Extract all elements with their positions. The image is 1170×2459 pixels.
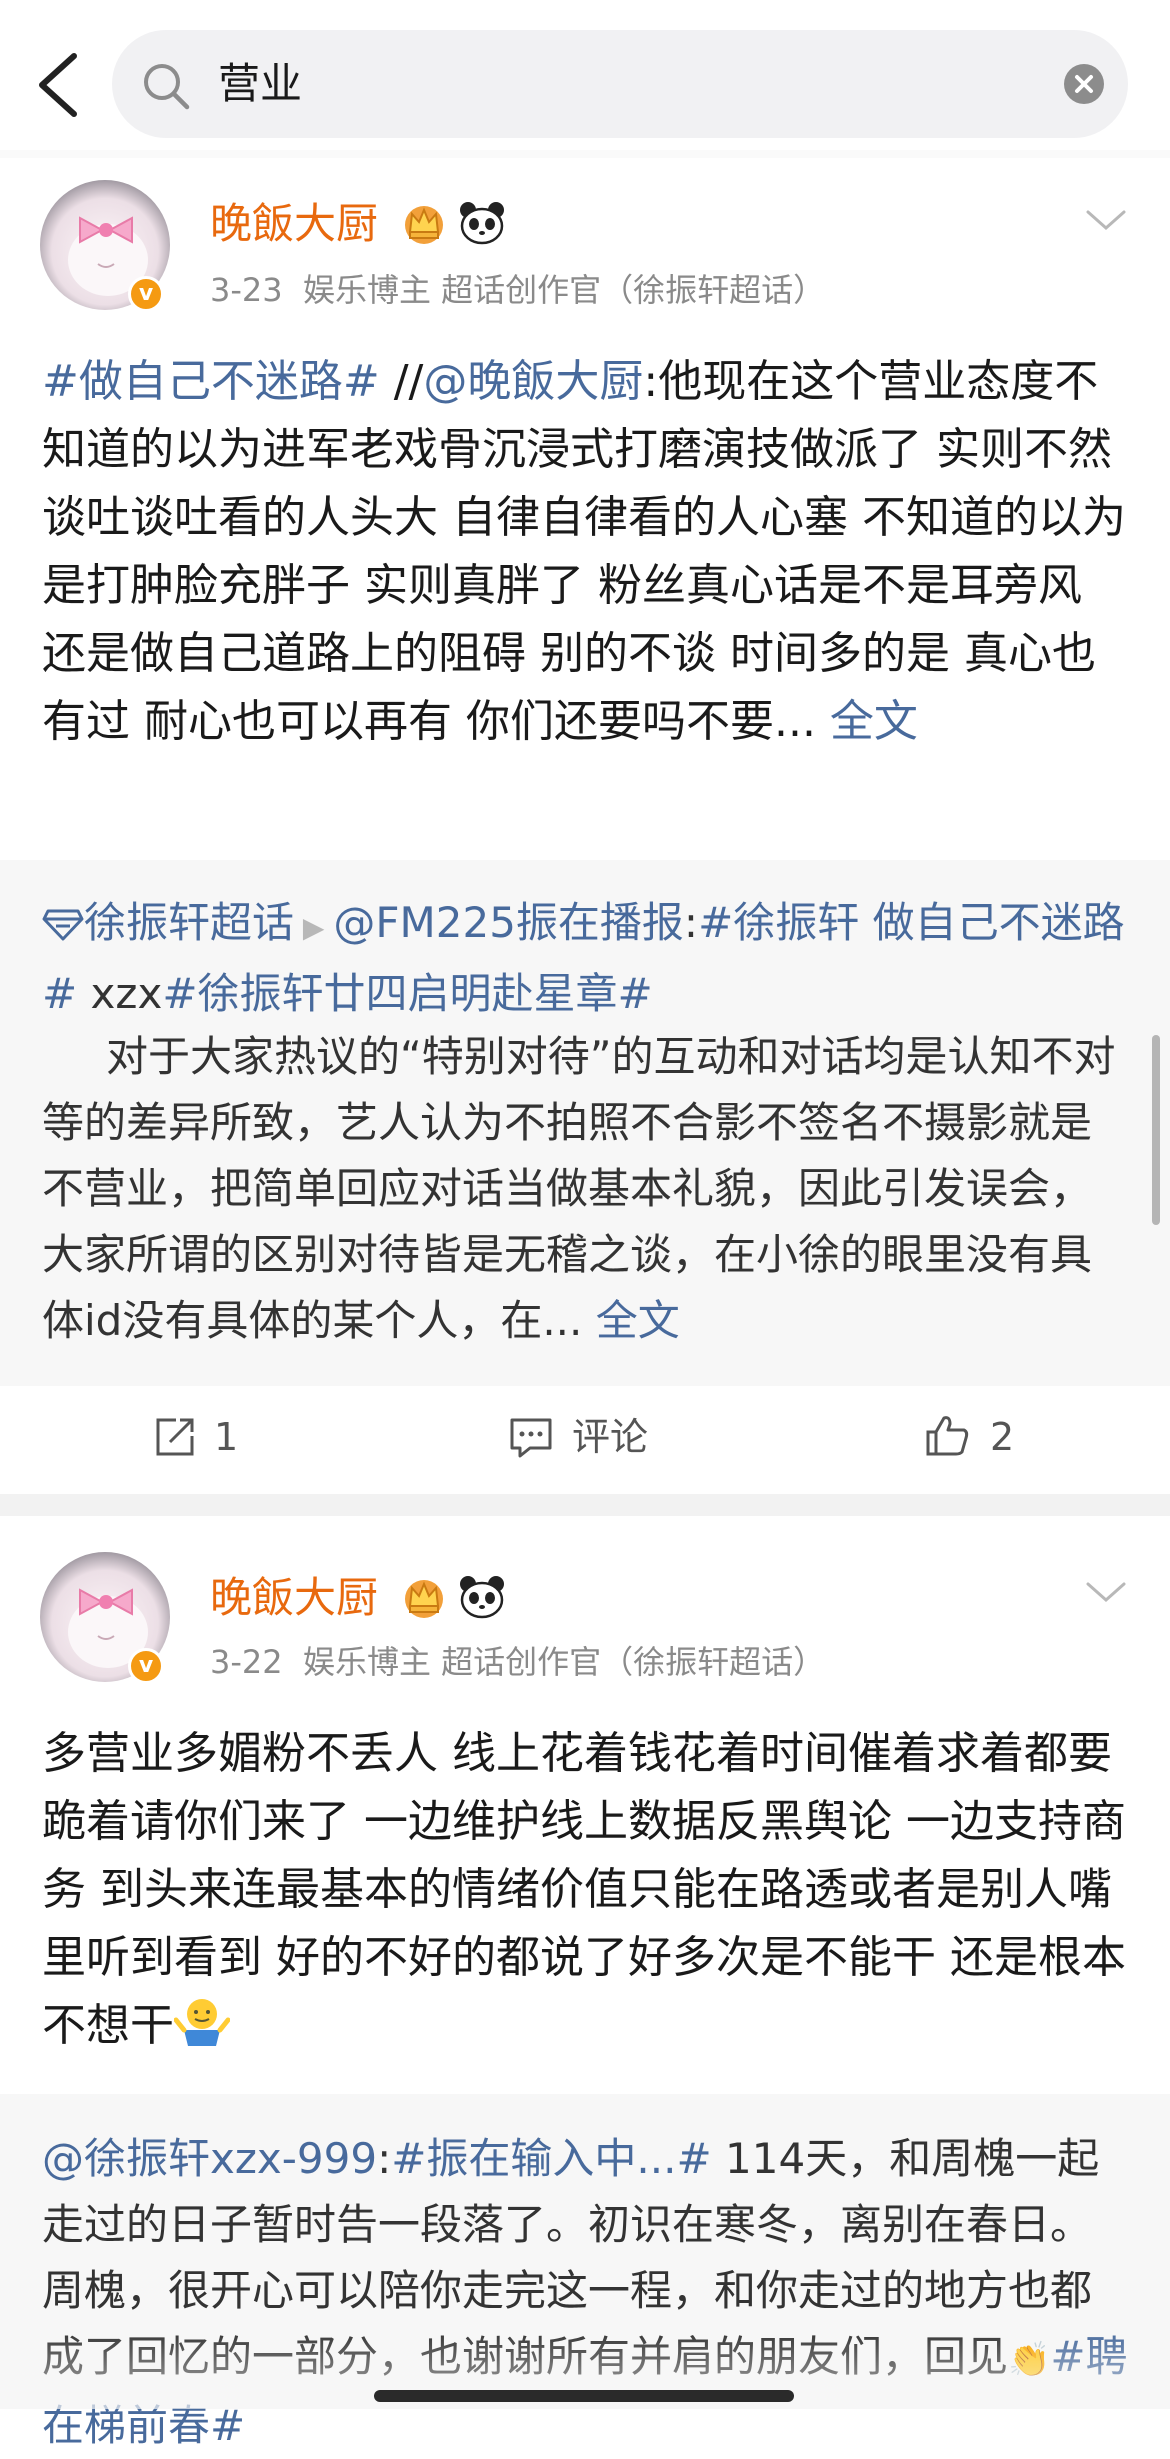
quoted-post-body: 对于大家热议的“特别对待”的互动和对话均是认知不对等的差异所致，艺人认为不拍照不…	[42, 1032, 1116, 1345]
username[interactable]: 晚飯大厨	[210, 1572, 378, 1624]
triangle-separator-icon: ▶	[294, 911, 334, 944]
hashtag-link[interactable]: #徐振轩廿四启明赴星章#	[162, 969, 652, 1018]
clear-search-icon[interactable]	[1064, 64, 1104, 104]
super-topic-icon	[42, 909, 84, 941]
like-count[interactable]: 2	[990, 1412, 1014, 1462]
expand-full-text-link[interactable]: 全文	[816, 696, 918, 747]
home-indicator[interactable]	[374, 2390, 794, 2402]
chevron-down-icon[interactable]	[1084, 1578, 1128, 1608]
post-date: 3-23	[210, 271, 283, 309]
search-input[interactable]: 营业	[218, 56, 302, 112]
comment-label[interactable]: 评论	[572, 1412, 648, 1462]
post-text: #做自己不迷路# //@晚飯大厨:他现在这个营业态度不知道的以为进军老戏骨沉浸式…	[42, 356, 1126, 747]
quoted-post-head: 徐振轩超话 ▶ @FM225振在播报:#徐振轩 做自己不迷路# xzx#徐振轩廿…	[42, 898, 1125, 1018]
post-meta: 3-22 娱乐博主 超话创作官（徐振轩超话）	[210, 1640, 825, 1684]
mention-link[interactable]: @晚飯大厨	[423, 356, 643, 407]
repost-icon[interactable]	[152, 1414, 198, 1460]
verified-badge-icon: v	[128, 276, 164, 312]
post-meta: 3-23 娱乐博主 超话创作官（徐振轩超话）	[210, 268, 825, 312]
crown-icon	[405, 206, 443, 244]
verified-badge-icon: v	[128, 1648, 164, 1684]
panda-icon	[460, 1576, 504, 1619]
hashtag-link[interactable]: #做自己不迷路#	[42, 356, 380, 407]
expand-full-text-link[interactable]: 全文	[582, 1296, 680, 1345]
post-separator	[0, 1494, 1170, 1516]
post-source: 娱乐博主 超话创作官（徐振轩超话）	[302, 1643, 826, 1681]
panda-icon	[460, 202, 504, 245]
hashtag-link[interactable]: #振在输入中...#	[391, 2134, 711, 2183]
header-divider	[0, 150, 1170, 158]
username[interactable]: 晚飯大厨	[210, 198, 378, 250]
back-arrow-icon[interactable]	[30, 50, 90, 120]
repost-count[interactable]: 1	[214, 1412, 238, 1462]
post-text: 多营业多媚粉不丢人 线上花着钱花着时间催着求着都要跪着请你们来了 一边维护线上数…	[42, 1728, 1126, 2051]
super-topic-link[interactable]: 徐振轩超话	[84, 898, 294, 947]
quoted-post-content: @徐振轩xzx-999:#振在输入中...# 114天，和周槐一起走过的日子暂时…	[42, 2126, 1132, 2459]
chevron-down-icon[interactable]	[1084, 206, 1128, 236]
quoted-author-link[interactable]: @徐振轩xzx-999	[42, 2134, 377, 2183]
like-icon[interactable]	[924, 1412, 970, 1458]
crown-icon	[405, 1580, 443, 1618]
shrug-icon	[174, 1999, 230, 2046]
scrollbar[interactable]	[1152, 1035, 1160, 1225]
search-icon	[144, 64, 190, 110]
quoted-author-link[interactable]: @FM225振在播报	[333, 898, 684, 947]
post-source: 娱乐博主 超话创作官（徐振轩超话）	[302, 271, 826, 309]
comment-icon[interactable]	[508, 1414, 554, 1460]
post-date: 3-22	[210, 1643, 283, 1681]
